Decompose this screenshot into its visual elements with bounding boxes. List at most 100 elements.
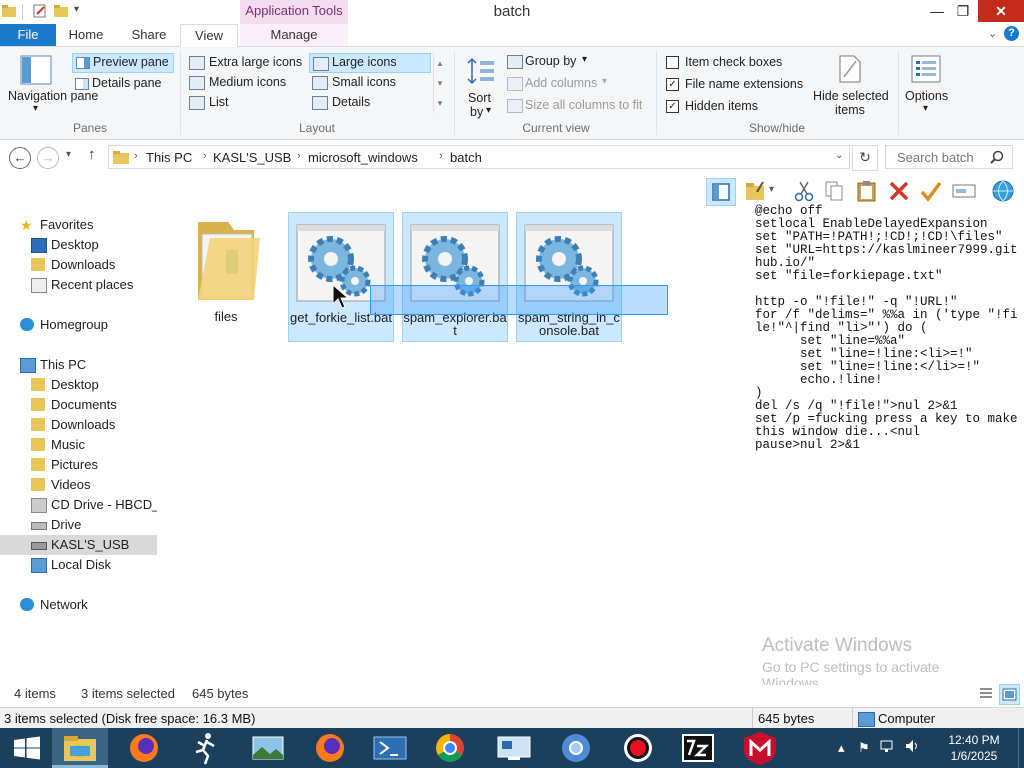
nav-favorites[interactable]: ★ Favorites: [0, 215, 157, 235]
details-view-icon[interactable]: [978, 685, 994, 701]
copy-icon[interactable]: [824, 180, 844, 202]
paste-icon[interactable]: [856, 180, 878, 202]
nav-favorites-desktop[interactable]: Desktop: [0, 235, 157, 255]
chromium-taskbar-icon[interactable]: [548, 728, 604, 768]
layout-scroll[interactable]: ▴ ▾ ▾: [433, 53, 446, 113]
search-input[interactable]: Search batch: [885, 145, 1013, 169]
checkmark-icon[interactable]: [920, 180, 942, 202]
breadcrumb-separator-icon[interactable]: ›: [439, 150, 443, 162]
sort-by-button[interactable]: Sort by ▾: [462, 51, 502, 119]
file-explorer-taskbar-icon[interactable]: [52, 728, 108, 768]
nav-music[interactable]: Music: [0, 435, 157, 455]
clock[interactable]: 12:40 PM 1/6/2025: [936, 732, 1012, 764]
flag-icon[interactable]: ⚑: [858, 740, 870, 756]
tab-home[interactable]: Home: [58, 24, 114, 46]
nav-homegroup[interactable]: Homegroup: [0, 315, 157, 335]
tab-view[interactable]: View: [180, 24, 238, 48]
mcafee-taskbar-icon[interactable]: [732, 728, 788, 768]
scroll-down-icon[interactable]: ▾: [434, 73, 446, 93]
file-item-bat[interactable]: get_forkie_list.bat: [288, 212, 394, 342]
breadcrumb-separator-icon[interactable]: ›: [134, 150, 138, 162]
show-desktop-button[interactable]: [1018, 728, 1024, 768]
breadcrumb-microsoft-windows[interactable]: microsoft_windows: [308, 150, 418, 165]
refresh-icon[interactable]: ↻: [852, 145, 878, 171]
firefox-2-taskbar-icon[interactable]: [302, 728, 358, 768]
breadcrumb-usb[interactable]: KASL'S_USB: [213, 150, 291, 165]
file-item-bat[interactable]: spam_explorer.bat: [402, 212, 508, 342]
group-by-button[interactable]: Group by ▾: [506, 53, 646, 71]
layout-toggle-icon[interactable]: [706, 178, 736, 206]
nav-cd-drive[interactable]: CD Drive - HBCD_: [0, 495, 157, 515]
chrome-taskbar-icon[interactable]: [422, 728, 478, 768]
nav-recent-places[interactable]: Recent places: [0, 275, 157, 295]
photo-app-taskbar-icon[interactable]: [240, 728, 296, 768]
firefox-taskbar-icon[interactable]: [116, 728, 172, 768]
search-icon[interactable]: [990, 150, 1004, 164]
collapse-ribbon-icon[interactable]: ⌄: [988, 27, 997, 40]
nav-videos[interactable]: Videos: [0, 475, 157, 495]
address-dropdown-icon[interactable]: ⌄: [835, 150, 843, 161]
extra-large-icons-option[interactable]: Extra large icons: [186, 53, 308, 71]
nav-network[interactable]: Network: [0, 595, 157, 615]
close-button[interactable]: ✕: [978, 0, 1024, 22]
file-item-folder[interactable]: files: [174, 212, 278, 340]
network-tray-icon[interactable]: [880, 738, 896, 754]
nav-favorites-downloads[interactable]: Downloads: [0, 255, 157, 275]
folder-options-icon[interactable]: [745, 180, 767, 202]
up-arrow-icon[interactable]: ↑: [88, 146, 96, 163]
chevron-down-icon[interactable]: ▾: [769, 184, 774, 195]
navigation-pane-button[interactable]: Navigation pane ▾: [6, 51, 98, 115]
options-button[interactable]: Options ▾: [902, 51, 952, 117]
large-icons-view-icon[interactable]: [999, 684, 1020, 705]
details-pane-button[interactable]: Details pane: [72, 75, 172, 93]
add-columns-button[interactable]: Add columns ▾: [506, 75, 646, 93]
breadcrumb-this-pc[interactable]: This PC: [146, 150, 192, 165]
rename-icon[interactable]: [952, 180, 976, 202]
hidden-items-toggle[interactable]: ✓ Hidden items: [664, 98, 804, 116]
file-item-bat[interactable]: spam_string_in_console.bat: [516, 212, 622, 342]
file-name-extensions-toggle[interactable]: ✓ File name extensions: [664, 76, 809, 94]
breadcrumb-batch[interactable]: batch: [450, 150, 482, 165]
nav-drive[interactable]: Drive: [0, 515, 157, 535]
nav-this-pc[interactable]: This PC: [0, 355, 157, 375]
small-icons-option[interactable]: Small icons: [309, 73, 429, 91]
list-option[interactable]: List: [186, 93, 308, 111]
file-name-extensions-checkbox[interactable]: ✓: [666, 78, 679, 91]
runner-taskbar-icon[interactable]: [178, 728, 234, 768]
item-check-boxes-toggle[interactable]: Item check boxes: [664, 54, 804, 72]
tab-manage[interactable]: Manage: [240, 24, 348, 46]
item-check-boxes-checkbox[interactable]: [666, 56, 679, 69]
cut-icon[interactable]: [794, 180, 814, 202]
nav-documents[interactable]: Documents: [0, 395, 157, 415]
large-icons-option[interactable]: Large icons: [309, 53, 431, 73]
delete-icon[interactable]: [888, 180, 910, 202]
powershell-taskbar-icon[interactable]: [362, 728, 418, 768]
hide-selected-items-button[interactable]: Hide selected items: [810, 51, 890, 117]
hidden-items-checkbox[interactable]: ✓: [666, 100, 679, 113]
address-bar[interactable]: › This PC › KASL'S_USB › microsoft_windo…: [108, 145, 850, 169]
back-arrow-icon[interactable]: ←: [9, 147, 31, 169]
nav-local-disk[interactable]: Local Disk: [0, 555, 157, 575]
nav-pictures[interactable]: Pictures: [0, 455, 157, 475]
recorder-taskbar-icon[interactable]: [610, 728, 666, 768]
maximize-button[interactable]: ❐: [948, 0, 978, 22]
expand-gallery-icon[interactable]: ▾: [434, 93, 446, 113]
7zip-taskbar-icon[interactable]: [670, 728, 726, 768]
medium-icons-option[interactable]: Medium icons: [186, 73, 308, 91]
nav-downloads[interactable]: Downloads: [0, 415, 157, 435]
preview-pane-button[interactable]: Preview pane: [72, 53, 174, 73]
volume-icon[interactable]: [904, 738, 920, 754]
nav-desktop[interactable]: Desktop: [0, 375, 157, 395]
tray-overflow-icon[interactable]: ▴: [838, 740, 845, 756]
tab-share[interactable]: Share: [120, 24, 178, 46]
nav-kasls-usb[interactable]: KASL'S_USB: [0, 535, 157, 555]
remote-desktop-taskbar-icon[interactable]: [486, 728, 542, 768]
help-icon[interactable]: ?: [1004, 26, 1019, 41]
globe-icon[interactable]: [990, 179, 1016, 203]
details-option[interactable]: Details: [309, 93, 429, 111]
start-button[interactable]: [0, 728, 56, 768]
breadcrumb-separator-icon[interactable]: ›: [297, 150, 301, 162]
recent-locations-icon[interactable]: ▾: [66, 149, 71, 160]
tab-file[interactable]: File: [0, 24, 56, 46]
size-all-columns-button[interactable]: Size all columns to fit: [506, 97, 656, 115]
